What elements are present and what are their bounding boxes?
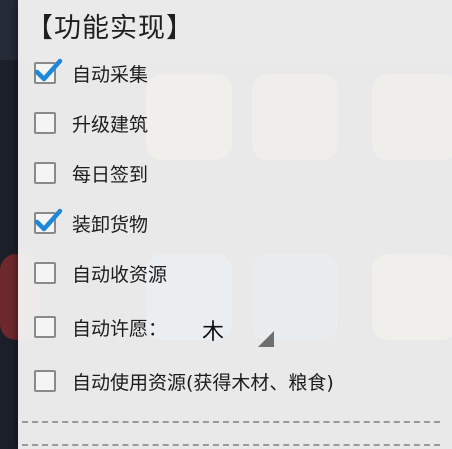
dropdown-triangle-icon bbox=[258, 331, 274, 347]
option-label: 装卸货物 bbox=[72, 213, 149, 236]
checkbox-auto-wish[interactable] bbox=[34, 316, 56, 338]
option-load-unload-goods[interactable]: 装卸货物 bbox=[34, 208, 148, 238]
option-label: 自动使用资源(获得木材、粮食) bbox=[72, 371, 334, 394]
option-label: 自动采集 bbox=[72, 63, 149, 86]
option-upgrade-building[interactable]: 升级建筑 bbox=[34, 108, 148, 138]
option-daily-checkin[interactable]: 每日签到 bbox=[34, 158, 148, 188]
option-auto-collect-resources[interactable]: 自动收资源 bbox=[34, 258, 167, 288]
dashed-divider bbox=[22, 421, 440, 423]
option-label: 每日签到 bbox=[72, 163, 149, 186]
wish-resource-dropdown[interactable]: 木 bbox=[196, 311, 274, 347]
option-auto-wish[interactable]: 自动许愿： bbox=[34, 312, 167, 342]
checkbox-daily-checkin[interactable] bbox=[34, 162, 56, 184]
option-label: 自动许愿： bbox=[72, 317, 168, 340]
checkmark-icon bbox=[34, 58, 63, 82]
checkmark-icon bbox=[34, 208, 63, 232]
checkbox-load-unload-goods[interactable] bbox=[34, 208, 63, 234]
option-auto-use-resources[interactable]: 自动使用资源(获得木材、粮食) bbox=[34, 366, 334, 396]
option-label: 自动收资源 bbox=[72, 263, 168, 286]
wish-resource-value: 木 bbox=[202, 320, 225, 345]
function-settings-panel: 【功能实现】 自动采集 升级建筑 每日签到 装卸货物 自动收资源 自动许愿： 木 bbox=[18, 0, 452, 449]
checkbox-auto-use-resources[interactable] bbox=[34, 370, 56, 392]
checkbox-auto-collect[interactable] bbox=[34, 58, 63, 84]
panel-title: 【功能实现】 bbox=[26, 13, 194, 44]
dashed-divider bbox=[22, 444, 440, 446]
checkbox-upgrade-building[interactable] bbox=[34, 112, 56, 134]
checkbox-auto-collect-resources[interactable] bbox=[34, 262, 56, 284]
option-label: 升级建筑 bbox=[72, 113, 149, 136]
option-auto-collect[interactable]: 自动采集 bbox=[34, 58, 148, 88]
